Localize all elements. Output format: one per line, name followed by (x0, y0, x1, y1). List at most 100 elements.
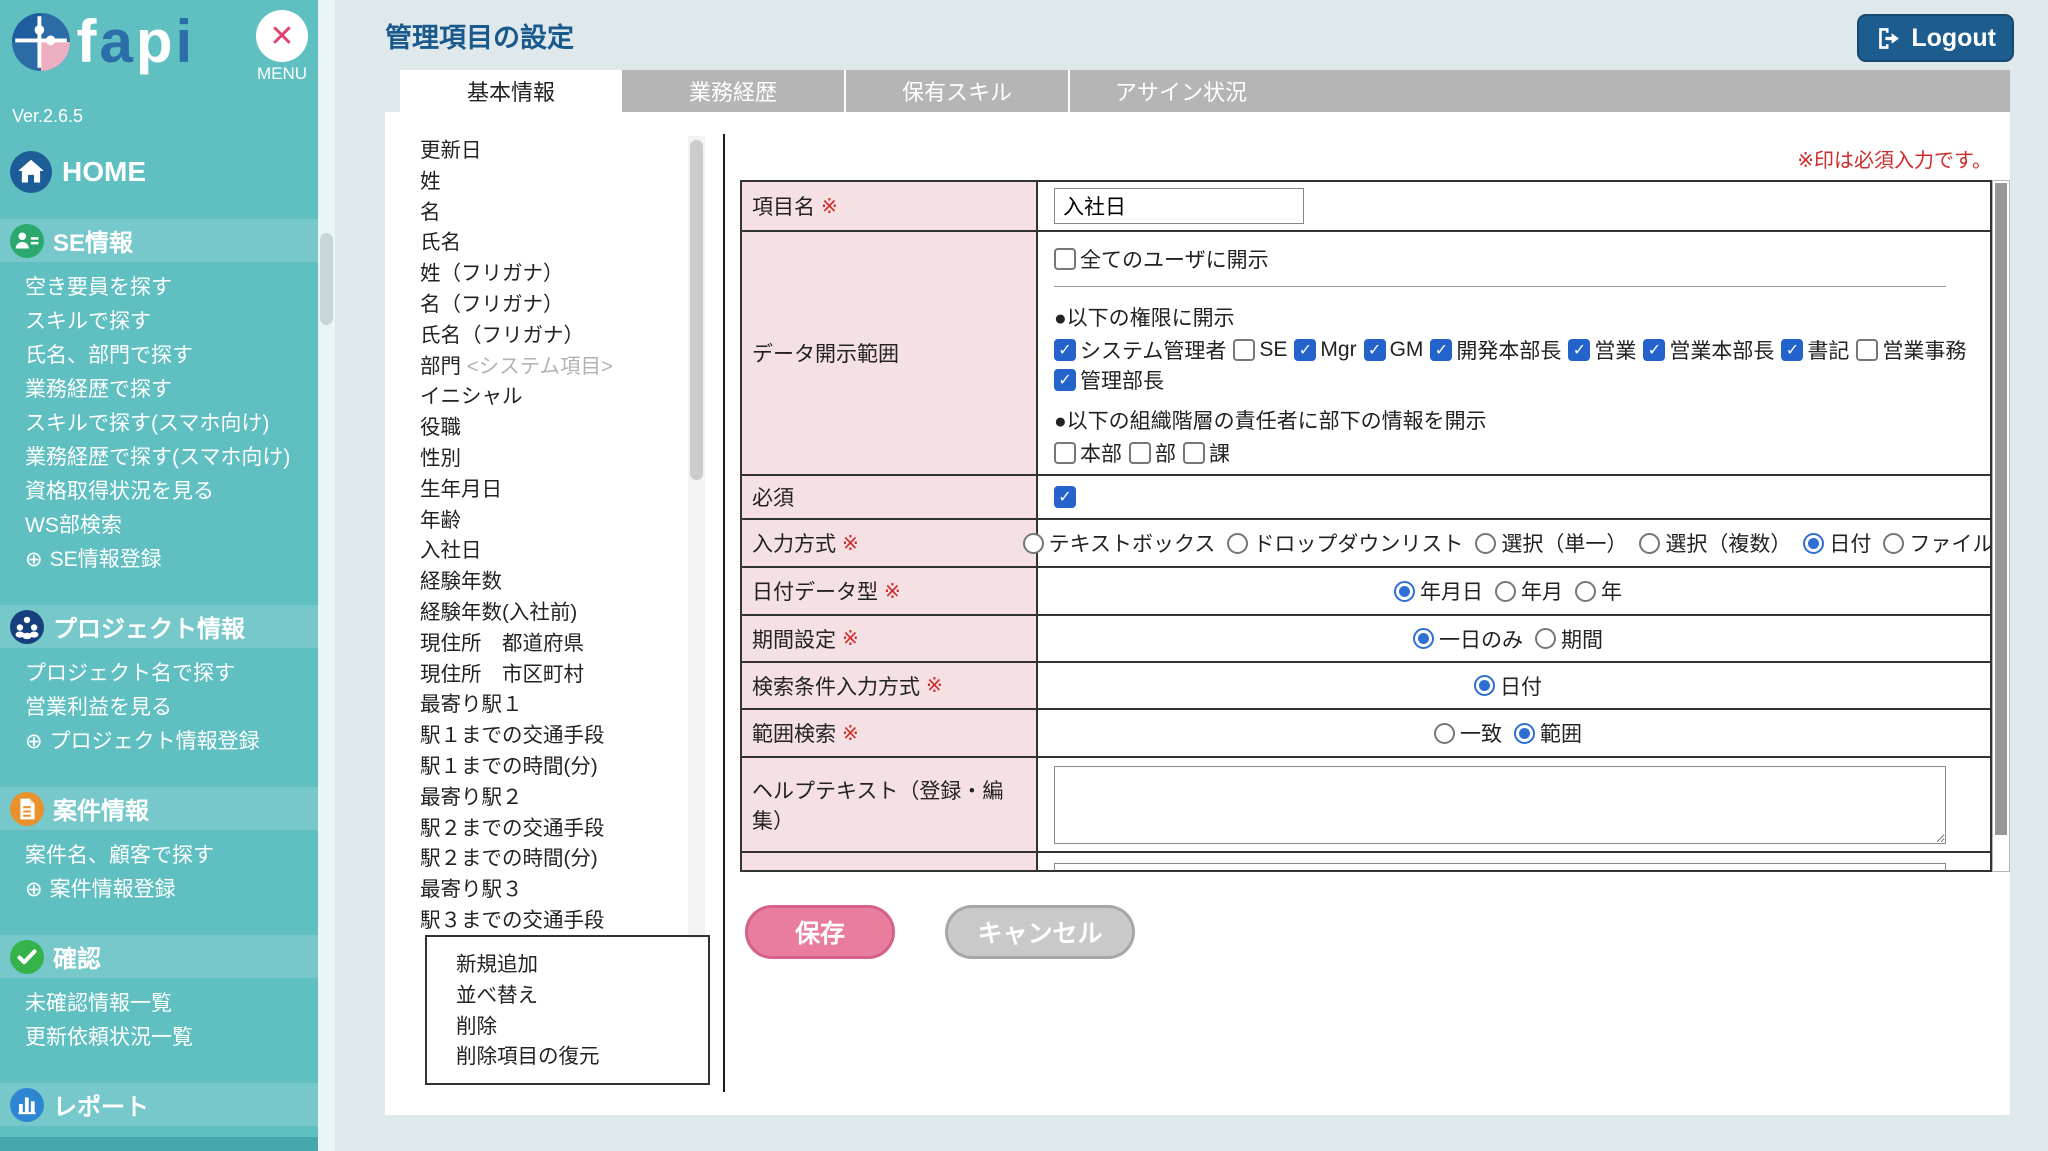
action-item[interactable]: 削除項目の復元 (456, 1042, 708, 1073)
radio-selected-icon[interactable] (1514, 723, 1535, 744)
radio-selected-icon[interactable] (1394, 581, 1415, 602)
radio-unselected-icon[interactable] (1495, 581, 1516, 602)
search-input-option[interactable]: 日付 (1474, 671, 1542, 701)
permission-option[interactable]: ✓GM (1364, 338, 1424, 362)
radio-selected-icon[interactable] (1413, 628, 1434, 649)
all-users-checkbox[interactable]: ✓全てのユーザに開示 (1054, 244, 1276, 274)
checkbox-unchecked-icon[interactable]: ✓ (1054, 248, 1076, 270)
radio-selected-icon[interactable] (1474, 675, 1495, 696)
sidebar-item[interactable]: ⊕SE情報登録 (25, 543, 318, 577)
checkbox-checked-icon[interactable]: ✓ (1364, 339, 1386, 361)
sidebar-item[interactable]: WS部検索 (25, 509, 318, 543)
help-edit-textarea[interactable] (1054, 766, 1946, 844)
sidebar-item[interactable]: 業務経歴で探す (25, 373, 318, 407)
form-scrollbar-thumb[interactable] (1995, 183, 2007, 835)
checkbox-unchecked-icon[interactable]: ✓ (1054, 442, 1076, 464)
field-list-scrollbar-thumb[interactable] (690, 140, 703, 480)
field-list-item[interactable]: 役職 (420, 413, 678, 444)
sidebar-section-header-4[interactable]: レポート (0, 1083, 318, 1126)
field-list-item[interactable]: 駅１までの時間(分) (420, 752, 678, 783)
range-search-option[interactable]: 範囲 (1514, 718, 1582, 748)
field-list-item[interactable]: 入社日 (420, 536, 678, 567)
checkbox-checked-icon[interactable]: ✓ (1054, 486, 1076, 508)
sidebar-item[interactable]: 未確認情報一覧 (25, 987, 318, 1021)
org-level-option[interactable]: ✓本部 (1054, 438, 1122, 468)
required-option[interactable]: ✓ (1054, 486, 1080, 508)
all-users-option[interactable]: ✓全てのユーザに開示 (1054, 244, 1269, 274)
date-type-option[interactable]: 年 (1575, 576, 1622, 606)
tab-2[interactable]: 保有スキル (844, 70, 1068, 112)
field-list-item[interactable]: 駅３までの交通手段 (420, 906, 678, 937)
field-list-item[interactable]: 現住所 市区町村 (420, 660, 678, 691)
field-list-item[interactable]: 駅２までの時間(分) (420, 844, 678, 875)
sidebar-scrollbar[interactable] (318, 0, 335, 1151)
field-list-item[interactable]: 最寄り駅３ (420, 875, 678, 906)
field-list-item[interactable]: 更新日 (420, 136, 678, 167)
sidebar-item-home[interactable]: HOME (0, 127, 318, 193)
sidebar-section-header-1[interactable]: プロジェクト情報 (0, 605, 318, 648)
field-list-item[interactable]: 年齢 (420, 506, 678, 537)
sidebar-item[interactable]: 業務経歴で探す(スマホ向け) (25, 441, 318, 475)
field-list-item[interactable]: イニシャル (420, 382, 678, 413)
permission-option[interactable]: ✓Mgr (1294, 338, 1356, 362)
radio-selected-icon[interactable] (1803, 533, 1824, 554)
radio-unselected-icon[interactable] (1434, 723, 1455, 744)
field-list-item[interactable]: 経験年数(入社前) (420, 598, 678, 629)
sidebar-item[interactable]: スキルで探す (25, 305, 318, 339)
field-list-item[interactable]: 名（フリガナ） (420, 290, 678, 321)
period-option[interactable]: 一日のみ (1413, 624, 1523, 654)
org-level-option[interactable]: ✓課 (1183, 438, 1230, 468)
date-type-option[interactable]: 年月日 (1394, 576, 1483, 606)
input-type-option[interactable]: ドロップダウンリスト (1227, 528, 1463, 558)
action-item[interactable]: 新規追加 (456, 950, 708, 981)
field-list-item[interactable]: 氏名（フリガナ） (420, 321, 678, 352)
sidebar-item[interactable]: 資格取得状況を見る (25, 475, 318, 509)
checkbox-unchecked-icon[interactable]: ✓ (1233, 339, 1255, 361)
radio-unselected-icon[interactable] (1227, 533, 1248, 554)
form-scrollbar[interactable] (1992, 180, 2010, 872)
permission-option[interactable]: ✓書記 (1781, 335, 1849, 365)
field-list-item[interactable]: 名 (420, 198, 678, 229)
input-type-option[interactable]: テキストボックス (1023, 528, 1216, 558)
field-list-item[interactable]: 部門 <システム項目> (420, 352, 678, 383)
field-list-item[interactable]: 性別 (420, 444, 678, 475)
radio-unselected-icon[interactable] (1535, 628, 1556, 649)
sidebar-item[interactable]: 案件名、顧客で探す (25, 839, 318, 873)
permission-option[interactable]: ✓システム管理者 (1054, 335, 1226, 365)
cancel-button[interactable]: キャンセル (945, 905, 1135, 959)
field-list-item[interactable]: 姓 (420, 167, 678, 198)
menu-close-button[interactable]: ✕ MENU (256, 10, 308, 84)
logout-button[interactable]: Logout (1857, 14, 2014, 62)
sidebar-item[interactable]: プロジェクト名で探す (25, 657, 318, 691)
range-search-option[interactable]: 一致 (1434, 718, 1502, 748)
checkbox-checked-icon[interactable]: ✓ (1643, 339, 1665, 361)
checkbox-unchecked-icon[interactable]: ✓ (1856, 339, 1878, 361)
permission-option[interactable]: ✓SE (1233, 338, 1287, 362)
period-option[interactable]: 期間 (1535, 624, 1603, 654)
field-list-item[interactable]: 経験年数 (420, 567, 678, 598)
field-list-item[interactable]: 姓（フリガナ） (420, 259, 678, 290)
input-type-option[interactable]: ファイル (1883, 528, 1992, 558)
checkbox-unchecked-icon[interactable]: ✓ (1129, 442, 1151, 464)
sidebar-item[interactable]: 氏名、部門で探す (25, 339, 318, 373)
field-list-item[interactable]: 駅１までの交通手段 (420, 721, 678, 752)
field-list-item[interactable]: 最寄り駅２ (420, 783, 678, 814)
required-checkbox[interactable]: ✓ (1054, 486, 1087, 508)
save-button[interactable]: 保存 (745, 905, 895, 959)
radio-unselected-icon[interactable] (1575, 581, 1596, 602)
radio-unselected-icon[interactable] (1639, 533, 1660, 554)
action-item[interactable]: 並べ替え (456, 981, 708, 1012)
sidebar-item[interactable]: ⊕プロジェクト情報登録 (25, 725, 318, 759)
item-name-input[interactable] (1054, 188, 1304, 224)
radio-unselected-icon[interactable] (1883, 533, 1904, 554)
permission-option[interactable]: ✓営業 (1568, 335, 1636, 365)
sidebar-item[interactable]: スキルで探す(スマホ向け) (25, 407, 318, 441)
sidebar-item[interactable]: ⊕案件情報登録 (25, 873, 318, 907)
org-level-option[interactable]: ✓部 (1129, 438, 1176, 468)
sidebar-item[interactable]: 空き要員を探す (25, 271, 318, 305)
permission-option[interactable]: ✓管理部長 (1054, 365, 1164, 395)
checkbox-checked-icon[interactable]: ✓ (1054, 369, 1076, 391)
input-type-option[interactable]: 選択（複数） (1639, 528, 1791, 558)
radio-unselected-icon[interactable] (1023, 533, 1044, 554)
permission-option[interactable]: ✓開発本部長 (1430, 335, 1561, 365)
